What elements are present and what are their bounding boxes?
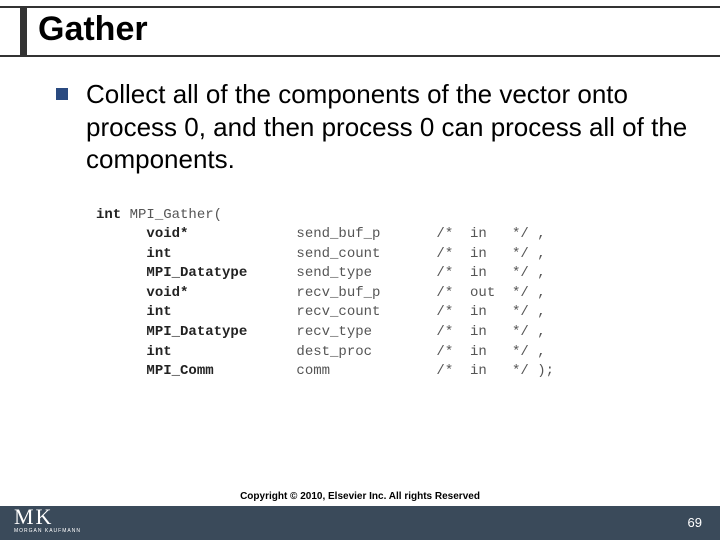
param-name: recv_buf_p: [296, 284, 436, 304]
param-name: send_buf_p: [296, 225, 436, 245]
param-type: int: [146, 343, 296, 363]
param-type: MPI_Datatype: [146, 323, 296, 343]
square-bullet-icon: [56, 88, 68, 100]
param-comment: /* in */ ,: [436, 343, 545, 363]
param-type: void*: [146, 284, 296, 304]
title-vertical-bar: [20, 8, 27, 55]
code-param-row: MPI_Datatypesend_type/* in */ ,: [96, 264, 692, 284]
slide-title: Gather: [38, 8, 720, 49]
param-type: int: [146, 303, 296, 323]
param-comment: /* out */ ,: [436, 284, 545, 304]
bullet-item: Collect all of the components of the vec…: [56, 78, 692, 176]
code-func-name: MPI_Gather(: [121, 206, 222, 226]
param-type: int: [146, 245, 296, 265]
param-comment: /* in */ );: [436, 362, 554, 382]
param-comment: /* in */ ,: [436, 323, 545, 343]
bullet-text: Collect all of the components of the vec…: [86, 78, 692, 176]
page-number: 69: [688, 515, 702, 530]
logo-main: MK: [14, 504, 81, 530]
param-name: recv_count: [296, 303, 436, 323]
param-name: send_count: [296, 245, 436, 265]
param-type: MPI_Comm: [146, 362, 296, 382]
code-keyword: int: [96, 206, 121, 226]
code-param-row: MPI_Commcomm/* in */ );: [96, 362, 692, 382]
code-param-row: MPI_Datatyperecv_type/* in */ ,: [96, 323, 692, 343]
param-type: MPI_Datatype: [146, 264, 296, 284]
code-param-row: intdest_proc/* in */ ,: [96, 343, 692, 363]
param-type: void*: [146, 225, 296, 245]
param-comment: /* in */ ,: [436, 245, 545, 265]
param-comment: /* in */ ,: [436, 264, 545, 284]
param-comment: /* in */ ,: [436, 303, 545, 323]
code-signature: int MPI_Gather(: [96, 206, 692, 226]
logo-sub: MORGAN KAUFMANN: [14, 528, 81, 534]
code-param-row: intrecv_count/* in */ ,: [96, 303, 692, 323]
param-name: dest_proc: [296, 343, 436, 363]
code-param-row: intsend_count/* in */ ,: [96, 245, 692, 265]
publisher-logo: MK MORGAN KAUFMANN: [14, 504, 81, 534]
param-name: recv_type: [296, 323, 436, 343]
code-block: int MPI_Gather( void*send_buf_p/* in */ …: [96, 206, 692, 382]
param-name: comm: [296, 362, 436, 382]
copyright-text: Copyright © 2010, Elsevier Inc. All righ…: [0, 491, 720, 502]
param-comment: /* in */ ,: [436, 225, 545, 245]
title-area: Gather: [0, 8, 720, 57]
code-param-row: void*send_buf_p/* in */ ,: [96, 225, 692, 245]
footer-bar: MK MORGAN KAUFMANN 69: [0, 506, 720, 540]
code-param-row: void*recv_buf_p/* out */ ,: [96, 284, 692, 304]
param-name: send_type: [296, 264, 436, 284]
slide-body: Collect all of the components of the vec…: [56, 78, 692, 382]
